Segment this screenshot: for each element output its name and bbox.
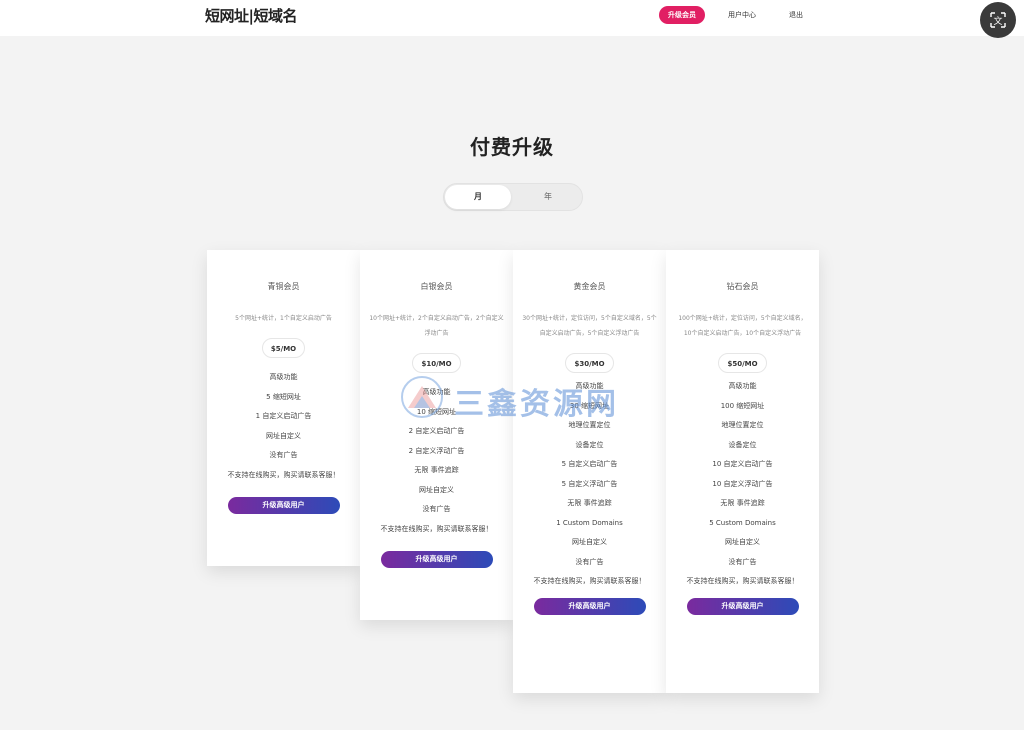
feature-item: 100 缩短网址 [720,401,765,410]
plan-card-silver: 白银会员 10个网址+统计，2个自定义启动广告，2个自定义浮动广告 $10/MO… [360,250,513,620]
billing-period-toggle: 月 年 [443,183,583,211]
nav-logout-link[interactable]: 退出 [789,6,803,24]
feature-item: 高级功能 [269,373,298,381]
feature-item: 5 Custom Domains [709,518,776,527]
site-brand[interactable]: 短网址|短域名 [205,5,297,26]
feature-item: 没有广告 [728,557,757,566]
feature-item: 2 自定义启动广告 [408,427,465,435]
feature-item: 没有广告 [575,557,604,566]
plan-price: $10/MO [412,353,461,373]
plan-card-diamond: 钻石会员 100个网址+统计，定位访问，5个自定义域名，10个自定义启动广告，1… [666,250,819,693]
feature-item: 30 缩短网址 [569,401,610,410]
translate-icon: 文 [990,12,1006,28]
feature-item: 高级功能 [575,382,604,390]
feature-item: 1 Custom Domains [556,518,623,527]
upgrade-button[interactable]: 升级高级用户 [686,597,799,615]
feature-item: 10 自定义浮动广告 [712,479,773,488]
feature-item: 不支持在线购买，购买请联系客服！ [227,470,340,479]
feature-item: 不支持在线购买，购买请联系客服！ [686,577,799,585]
upgrade-button[interactable]: 升级高级用户 [227,497,340,514]
upgrade-button[interactable]: 升级高级用户 [533,597,646,615]
plan-description: 30个网址+统计，定位访问，5个自定义域名，5个自定义启动广告，5个自定义浮动广… [522,315,657,337]
feature-item: 地理位置定位 [721,421,764,429]
plan-card-bronze: 青铜会员 5个网址+统计，1个自定义启动广告 $5/MO 高级功能 5 缩短网址… [207,250,360,566]
plan-description: 100个网址+统计，定位访问，5个自定义域名，10个自定义启动广告，10个自定义… [678,315,807,337]
feature-item: 10 缩短网址 [416,407,457,416]
feature-item: 网址自定义 [419,485,454,494]
feature-item: 没有广告 [269,451,298,459]
nav-upgrade-button[interactable]: 升级会员 [659,6,705,24]
feature-item: 高级功能 [422,388,451,396]
toggle-monthly[interactable]: 月 [445,185,511,209]
plan-description: 5个网址+统计，1个自定义启动广告 [235,315,332,322]
plan-name: 黄金会员 [573,282,606,291]
feature-item: 1 自定义启动广告 [255,412,312,420]
feature-item: 网址自定义 [266,431,301,440]
feature-item: 2 自定义浮动广告 [408,446,465,455]
translate-button[interactable]: 文 [980,2,1016,38]
plan-features: 高级功能 100 缩短网址 地理位置定位 设备定位 10 自定义启动广告 10 … [666,377,819,592]
feature-item: 网址自定义 [725,538,760,546]
page-title: 付费升级 [470,135,554,159]
plan-price: $50/MO [718,353,767,373]
plan-features: 高级功能 30 缩短网址 地理位置定位 设备定位 5 自定义启动广告 5 自定义… [513,377,666,592]
toggle-yearly[interactable]: 年 [515,185,581,209]
nav-user-center-link[interactable]: 用户中心 [728,6,756,24]
feature-item: 网址自定义 [572,538,607,546]
top-navbar: 短网址|短域名 升级会员 用户中心 退出 [0,0,1024,36]
feature-item: 无限 事件追踪 [414,466,459,474]
plan-name: 钻石会员 [726,282,759,291]
feature-item: 地理位置定位 [568,421,611,429]
feature-item: 设备定位 [575,440,604,449]
feature-item: 不支持在线购买，购买请联系客服！ [380,524,493,533]
plan-name: 白银会员 [420,282,453,291]
upgrade-button[interactable]: 升级高级用户 [380,551,493,568]
plan-price: $30/MO [565,353,614,373]
feature-item: 设备定位 [728,440,757,449]
feature-item: 10 自定义启动广告 [712,460,773,468]
plan-description: 10个网址+统计，2个自定义启动广告，2个自定义浮动广告 [369,315,504,337]
feature-item: 无限 事件追踪 [567,499,612,507]
feature-item: 没有广告 [422,505,451,513]
feature-item: 不支持在线购买，购买请联系客服！ [533,577,646,585]
feature-item: 5 自定义启动广告 [561,460,618,468]
feature-item: 高级功能 [728,382,757,390]
plan-card-gold: 黄金会员 30个网址+统计，定位访问，5个自定义域名，5个自定义启动广告，5个自… [513,250,666,693]
feature-item: 5 缩短网址 [266,392,301,401]
plan-features: 高级功能 10 缩短网址 2 自定义启动广告 2 自定义浮动广告 无限 事件追踪… [360,383,513,539]
feature-item: 无限 事件追踪 [720,499,765,507]
plan-name: 青铜会员 [267,282,300,291]
plan-price: $5/MO [261,338,306,358]
svg-text:文: 文 [993,15,1002,27]
feature-item: 5 自定义浮动广告 [561,479,618,488]
plan-features: 高级功能 5 缩短网址 1 自定义启动广告 网址自定义 没有广告 不支持在线购买… [207,368,360,485]
